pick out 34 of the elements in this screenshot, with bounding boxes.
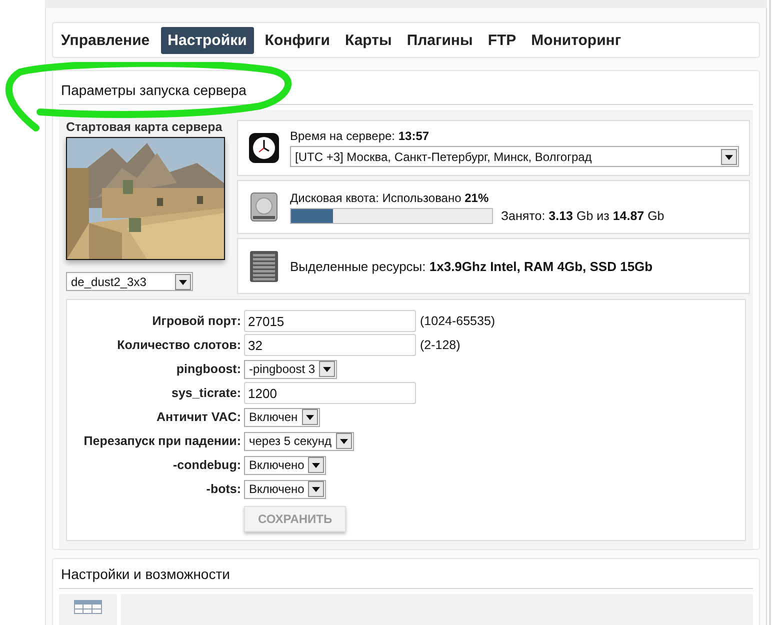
field-hint: (2-128) [420, 338, 460, 352]
nav-tab[interactable]: Карты [341, 26, 396, 54]
section-title: Параметры запуска сервера [61, 82, 246, 98]
select-field[interactable]: Включен [244, 408, 320, 426]
field-label: Перезапуск при падении: [82, 434, 241, 448]
select-field[interactable]: -pingboost 3 [244, 360, 338, 378]
select-field[interactable]: Включено [244, 456, 326, 474]
timezone-select[interactable]: [UTC +3] Москва, Санкт-Петербург, Минск, Волгоград [290, 146, 739, 167]
field-label: -bots: [205, 482, 241, 496]
field-label: -condebug: [172, 458, 241, 472]
nav-tab[interactable]: Управление [57, 26, 154, 54]
nav-tab[interactable]: Мониторинг [527, 26, 626, 54]
input-field[interactable]: 1200 [244, 382, 416, 404]
field-label: Игровой порт: [151, 314, 241, 328]
field-label: Количество слотов: [116, 338, 241, 352]
field-label: sys_ticrate: [170, 386, 241, 400]
nav-tab[interactable]: Плагины [402, 26, 477, 54]
nav-tab[interactable]: Настройки [160, 26, 254, 54]
disk-usage: Занято: 3.13 Gb из 14.87 Gb [501, 208, 664, 222]
field-label: Античит VAC: [155, 410, 241, 424]
server-time: Время на сервере: 13:57 [290, 129, 430, 143]
nav-tab[interactable]: FTP [484, 26, 520, 54]
select-field[interactable]: через 5 секунд [244, 432, 354, 450]
input-field[interactable]: 32 [244, 334, 416, 356]
map-title: Стартовая карта сервера [66, 120, 224, 134]
disk-quota: Дисковая квота: Использовано 21% [290, 190, 490, 204]
allocated-resources: Выделенные ресурсы: 1x3.9Ghz Intel, RAM 4Gb, SSD 15Gb [290, 258, 653, 274]
map-select[interactable]: de_dust2_3x3 [66, 272, 193, 291]
field-hint: (1024-65535) [420, 314, 496, 328]
section-title: Настройки и возможности [61, 566, 230, 582]
select-field[interactable]: Включено [244, 480, 326, 498]
input-field[interactable]: 27015 [244, 310, 416, 332]
nav-tab[interactable]: Конфиги [260, 26, 334, 54]
field-label: pingboost: [175, 362, 241, 376]
